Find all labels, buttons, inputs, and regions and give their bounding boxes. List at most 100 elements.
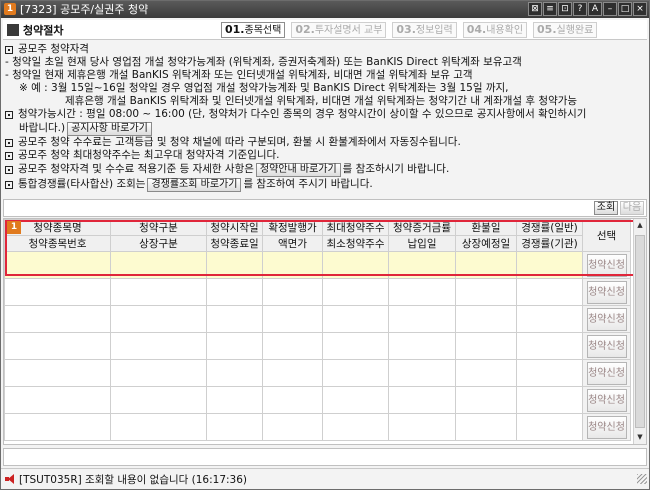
header-row-bottom: 청약종목번호 상장구분 청약종료일 액면가 최소청약주수 납입일 상장예정일 경…: [4, 235, 631, 252]
competition-link-button[interactable]: 경쟁률조회 바로가기: [147, 177, 242, 192]
header-row-top: 청약종목명 청약구분 청약시작일 확정발행가 최대청약주수 청약증거금률 환불일…: [4, 219, 631, 252]
step-2[interactable]: 02.투자설명서 교부: [291, 22, 387, 38]
bullet-icon: [5, 165, 13, 174]
col-header[interactable]: 환불일: [455, 219, 517, 236]
select-cell: 청약신청: [582, 251, 631, 279]
subscription-table: 청약종목명 청약구분 청약시작일 확정발행가 최대청약주수 청약증거금률 환불일…: [4, 219, 631, 441]
table-cell[interactable]: [322, 251, 389, 279]
step-title-label: 청약절차: [23, 24, 64, 37]
bullet-icon: [5, 45, 13, 54]
info-line: 바랍니다.) 공지사항 바로가기: [5, 121, 645, 136]
bullet-icon: [5, 138, 13, 147]
info-text: 공모주 청약자격: [18, 43, 89, 55]
bullet-icon: [5, 110, 13, 119]
col-header[interactable]: 최대청약주수: [322, 219, 389, 236]
scroll-down-icon[interactable]: ▼: [634, 431, 646, 444]
info-text: 바랍니다.): [19, 122, 66, 134]
info-text: ※ 예 : 3월 15일~16일 청약일 경우 영업점 개설 청약가능계좌 및 …: [19, 82, 509, 94]
select-cell: 청약신청: [582, 386, 631, 414]
select-cell: 청약신청: [582, 332, 631, 360]
table-row[interactable]: 청약신청: [4, 278, 631, 306]
table-cell[interactable]: [206, 251, 263, 279]
step-5[interactable]: 05.실행완료: [533, 22, 598, 38]
help-icon[interactable]: ?: [573, 2, 587, 16]
notice-link-button[interactable]: 공지사항 바로가기: [67, 121, 152, 136]
col-header[interactable]: 상장예정일: [455, 235, 517, 252]
table-row[interactable]: 청약신청: [4, 305, 631, 333]
apply-button[interactable]: 청약신청: [586, 280, 627, 304]
col-header[interactable]: 액면가: [262, 235, 323, 252]
table-row[interactable]: 청약신청: [4, 332, 631, 360]
status-text: [TSUT035R] 조회할 내용이 없습니다 (16:17:36): [19, 473, 248, 486]
resize-grip-icon[interactable]: [637, 474, 647, 484]
grid-badge: 1: [7, 221, 21, 234]
table-row[interactable]: 청약신청: [4, 251, 631, 279]
col-header[interactable]: 최소청약주수: [322, 235, 389, 252]
step-4-label: 내용확인: [486, 25, 524, 36]
window-title: [7323] 공모주/실권주 청약: [20, 3, 149, 16]
info-text: 공모주 청약 수수료는 고객등급 및 청약 채널에 따라 구분되며, 환불 시 …: [18, 136, 461, 148]
window-controls: ⊠ ≡ ⊡ ? A – □ ×: [528, 2, 647, 16]
step-1-num: 01.: [225, 23, 245, 36]
step-indicator: 01.종목선택 02.투자설명서 교부 03.정보입력 04.내용확인 05.실…: [221, 22, 598, 38]
select-cell: 청약신청: [582, 413, 631, 441]
table-row[interactable]: 청약신청: [4, 359, 631, 387]
step-1[interactable]: 01.종목선택: [221, 22, 286, 38]
maximize-icon[interactable]: □: [618, 2, 632, 16]
vertical-scrollbar[interactable]: ▲ ▼: [633, 219, 646, 444]
col-header[interactable]: 경쟁률(일반): [516, 219, 583, 236]
info-text: 를 참조하시기 바랍니다.: [342, 163, 450, 175]
status-bar: [TSUT035R] 조회할 내용이 없습니다 (16:17:36): [1, 468, 649, 489]
step-1-label: 종목선택: [244, 25, 282, 36]
info-line: 공모주 청약자격 및 수수료 적용기준 등 자세한 사항은 청약안내 바로가기 를 …: [5, 162, 645, 177]
col-header[interactable]: 청약종료일: [206, 235, 263, 252]
info-line: 공모주 청약 최대청약주수는 최고우대 청약자격 기준입니다.: [5, 149, 645, 162]
step-title: 청약절차: [7, 22, 63, 38]
table-cell[interactable]: [388, 251, 456, 279]
info-text: - 청약일 초일 현재 당사 영업점 개설 청약가능계좌 (위탁계좌, 증권저축…: [5, 56, 522, 68]
apply-button[interactable]: 청약신청: [586, 415, 627, 439]
info-text: - 청약일 현재 제휴은행 개설 BanKIS 위탁계좌 또는 인터넷개설 위탁…: [5, 69, 473, 81]
link-icon[interactable]: ⊠: [528, 2, 542, 16]
screen-icon[interactable]: ⊡: [558, 2, 572, 16]
col-header[interactable]: 상장구분: [110, 235, 207, 252]
step-4[interactable]: 04.내용확인: [462, 22, 528, 38]
table-cell[interactable]: [110, 251, 207, 279]
scroll-up-icon[interactable]: ▲: [634, 219, 646, 232]
apply-button[interactable]: 청약신청: [586, 361, 627, 385]
apply-button[interactable]: 청약신청: [586, 253, 627, 277]
step-3[interactable]: 03.정보입력: [392, 22, 457, 38]
minimize-icon[interactable]: –: [603, 2, 617, 16]
col-header[interactable]: 경쟁률(기관): [516, 235, 583, 252]
apply-button[interactable]: 청약신청: [586, 307, 627, 331]
table-row[interactable]: 청약신청: [4, 413, 631, 441]
info-line: 공모주 청약자격: [5, 43, 645, 56]
step-3-label: 정보입력: [415, 25, 453, 36]
info-line: 청약가능시간 : 평일 08:00 ~ 16:00 (단, 청약처가 다수인 종…: [5, 108, 645, 121]
menu-icon[interactable]: ≡: [543, 2, 557, 16]
table-cell[interactable]: [4, 251, 111, 279]
col-header[interactable]: 청약증거금률: [388, 219, 456, 236]
table-cell[interactable]: [262, 251, 323, 279]
close-icon[interactable]: ×: [633, 2, 647, 16]
next-button[interactable]: 다음: [620, 201, 644, 215]
apply-button[interactable]: 청약신청: [586, 388, 627, 412]
query-button[interactable]: 조회: [594, 201, 618, 215]
table-row[interactable]: 청약신청: [4, 386, 631, 414]
col-header[interactable]: 청약구분: [110, 219, 207, 236]
bullet-icon: [5, 180, 13, 189]
info-line: 공모주 청약 수수료는 고객등급 및 청약 채널에 따라 구분되며, 환불 시 …: [5, 136, 645, 149]
bullet-icon: [5, 151, 13, 160]
col-header[interactable]: 확정발행가: [262, 219, 323, 236]
table-cell[interactable]: [455, 251, 517, 279]
col-header[interactable]: 납입일: [388, 235, 456, 252]
col-header[interactable]: 청약종목번호: [4, 235, 111, 252]
font-size-icon[interactable]: A: [588, 2, 602, 16]
table-cell[interactable]: [516, 251, 583, 279]
step-2-num: 02.: [295, 23, 315, 36]
col-header[interactable]: 청약시작일: [206, 219, 263, 236]
apply-button[interactable]: 청약신청: [586, 334, 627, 358]
guide-link-button[interactable]: 청약안내 바로가기: [255, 162, 341, 177]
scroll-thumb[interactable]: [635, 235, 645, 428]
info-line: - 청약일 초일 현재 당사 영업점 개설 청약가능계좌 (위탁계좌, 증권저축…: [5, 56, 645, 69]
